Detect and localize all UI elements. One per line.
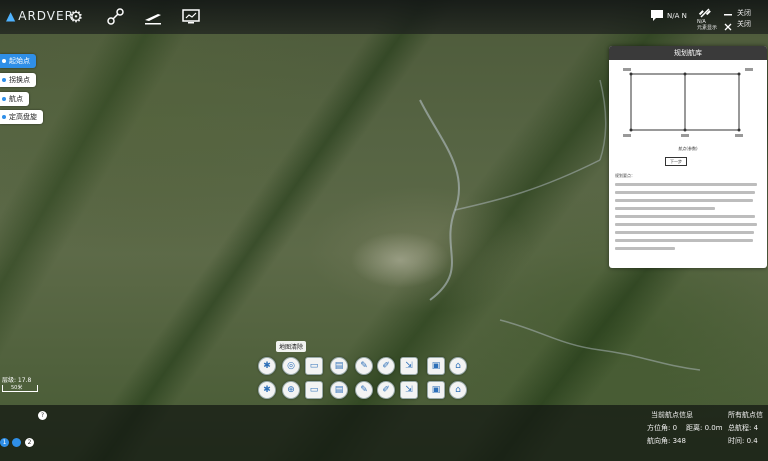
ruler-icon[interactable]: ▭ xyxy=(305,357,323,375)
notes-line xyxy=(615,247,675,250)
turn-point-button[interactable]: 拐换点 xyxy=(0,73,36,87)
page-2-button[interactable]: 2 xyxy=(25,438,34,447)
delete-icon[interactable]: ▤ xyxy=(330,357,348,375)
notes-line xyxy=(615,207,715,210)
basket-icon[interactable]: ⌂ xyxy=(449,381,467,399)
start-point-dot-icon xyxy=(2,59,6,63)
satellite-icon xyxy=(698,5,712,19)
loiter-button[interactable]: 定高盘旋 xyxy=(0,110,43,124)
waypoint-dot-icon xyxy=(2,97,6,101)
satellite-caption: 元素显示 xyxy=(697,25,718,31)
total-distance-value: 总航程: 4 xyxy=(728,424,759,432)
ruler-icon[interactable]: ▭ xyxy=(305,381,323,399)
gear-icon[interactable]: ⚙ xyxy=(66,7,86,27)
app-logo: ▲ ARDVER xyxy=(6,9,74,23)
basket-icon[interactable]: ⌂ xyxy=(449,357,467,375)
takeoff-icon[interactable] xyxy=(143,7,163,27)
close-icon[interactable] xyxy=(722,18,734,31)
notes-line xyxy=(615,215,755,218)
start-point-button[interactable]: 起始点 xyxy=(0,54,36,68)
save-icon[interactable]: ▣ xyxy=(427,381,445,399)
chat-icon[interactable] xyxy=(650,8,664,22)
planning-panel: 规划航库 航点(参数) 下一步 规划要点： xyxy=(609,46,767,268)
notes-line xyxy=(615,231,754,234)
notes-title: 规划要点： xyxy=(615,173,635,178)
satellite-status: N/A 元素显示 xyxy=(697,19,717,31)
tool-tooltip: 地图清除 xyxy=(276,341,307,352)
draw-icon[interactable]: ◎ xyxy=(282,357,300,375)
help-icon[interactable]: ? xyxy=(38,411,47,420)
edit-icon[interactable]: ✎ xyxy=(355,357,373,375)
next-step-button[interactable]: 下一步 xyxy=(665,157,687,166)
grid-icon[interactable]: ✱ xyxy=(258,357,276,375)
current-waypoint-title: 当前航点信息 xyxy=(651,411,693,419)
edit-square-icon[interactable]: ✐ xyxy=(377,381,395,399)
loiter-dot-icon xyxy=(2,115,6,119)
notes-line xyxy=(615,191,755,194)
export-icon[interactable]: ⇲ xyxy=(400,357,418,375)
heading-value: 航向角: 348 xyxy=(647,437,686,445)
route-icon[interactable] xyxy=(106,7,126,27)
export-icon[interactable]: ⇲ xyxy=(400,381,418,399)
bottom-info-bar: ? 1 2 当前航点信息 所有航点信 方位角: 0 距离: 0.0m 总航程: … xyxy=(0,405,768,461)
time-value: 时间: 0.4 xyxy=(728,437,758,445)
loiter-label: 定高盘旋 xyxy=(9,113,37,121)
notes-line xyxy=(615,183,757,186)
notes-line xyxy=(615,239,753,242)
logo-mark-icon: ▲ xyxy=(6,9,17,23)
waypoint-label: 航点 xyxy=(9,95,23,103)
diagram-label: 航点(参数) xyxy=(678,146,698,151)
notes-line xyxy=(615,199,753,202)
zoom-level: 层级: 17.8 xyxy=(2,377,32,384)
start-point-label: 起始点 xyxy=(9,57,30,65)
notes-line xyxy=(615,223,757,226)
distance-value: 距离: 0.0m xyxy=(686,424,723,432)
bearing-value: 方位角: 0 xyxy=(647,424,678,432)
delete-icon[interactable]: ▤ xyxy=(330,381,348,399)
waypoint-button[interactable]: 航点 xyxy=(0,92,29,106)
turn-point-label: 拐换点 xyxy=(9,76,30,84)
signal-status: N/A N xyxy=(667,12,687,20)
edit-square-icon[interactable]: ✐ xyxy=(377,357,395,375)
compass-icon[interactable]: ⊕ xyxy=(282,381,300,399)
top-bar: ▲ ARDVER ⚙ N/A N N/A 元素显示 关闭 关闭 xyxy=(0,0,768,34)
minimize-icon[interactable] xyxy=(722,6,734,18)
save-icon[interactable]: ▣ xyxy=(427,357,445,375)
turn-point-dot-icon xyxy=(2,78,6,82)
monitor-icon[interactable] xyxy=(181,7,201,27)
page-dot-button[interactable] xyxy=(12,438,21,447)
grid-icon[interactable]: ✱ xyxy=(258,381,276,399)
page-1-button[interactable]: 1 xyxy=(0,438,9,447)
scale-value: 50米 xyxy=(11,385,23,391)
edit-icon[interactable]: ✎ xyxy=(355,381,373,399)
route-diagram xyxy=(623,68,753,137)
close-label[interactable]: 关闭 xyxy=(737,9,751,18)
panel-title: 规划航库 xyxy=(609,46,767,60)
all-waypoints-title: 所有航点信 xyxy=(728,411,763,419)
close-label-2[interactable]: 关闭 xyxy=(737,20,751,29)
